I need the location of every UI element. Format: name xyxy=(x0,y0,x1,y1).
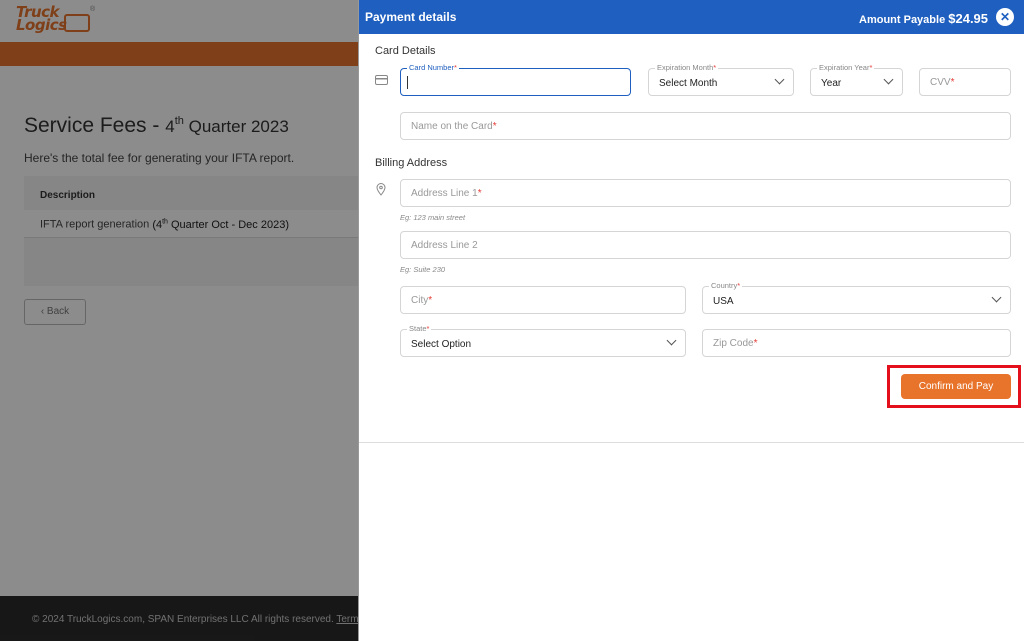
location-pin-icon xyxy=(376,183,386,199)
confirm-and-pay-button[interactable]: Confirm and Pay xyxy=(901,374,1011,399)
country-select[interactable]: Country* USA xyxy=(702,281,1011,314)
chevron-down-icon xyxy=(991,292,1002,303)
payment-details-panel: Payment details Amount Payable $24.95 ✕ … xyxy=(358,0,1024,641)
close-icon[interactable]: ✕ xyxy=(996,8,1014,26)
name-on-card-field[interactable]: Name on the Card* xyxy=(400,112,1011,140)
card-details-title: Card Details xyxy=(375,45,436,57)
city-field[interactable]: City* xyxy=(400,286,686,314)
chevron-down-icon xyxy=(774,74,785,85)
state-select[interactable]: State* Select Option xyxy=(400,324,686,357)
expiration-year-select[interactable]: Expiration Year* Year xyxy=(810,63,903,96)
chevron-down-icon xyxy=(883,74,894,85)
divider xyxy=(359,442,1024,443)
cvv-field[interactable]: CVV* xyxy=(919,68,1011,96)
credit-card-icon xyxy=(375,75,388,88)
panel-header: Payment details Amount Payable $24.95 ✕ xyxy=(359,0,1024,34)
expiration-month-select[interactable]: Expiration Month* Select Month xyxy=(648,63,794,96)
billing-address-title: Billing Address xyxy=(375,157,448,169)
address-line-2-hint: Eg: Suite 230 xyxy=(400,265,446,274)
amount-payable: Amount Payable $24.95 xyxy=(859,11,989,26)
address-line-1-field[interactable]: Address Line 1* xyxy=(400,179,1011,207)
card-number-field[interactable]: Card Number* xyxy=(400,63,631,96)
zip-code-field[interactable]: Zip Code* xyxy=(702,329,1011,357)
text-cursor xyxy=(407,76,408,89)
amount-value: $24.95 xyxy=(948,11,989,26)
panel-title: Payment details xyxy=(365,10,457,24)
address-line-1-hint: Eg: 123 main street xyxy=(400,213,466,222)
chevron-down-icon xyxy=(666,335,677,346)
address-line-2-field[interactable]: Address Line 2 xyxy=(400,231,1011,259)
